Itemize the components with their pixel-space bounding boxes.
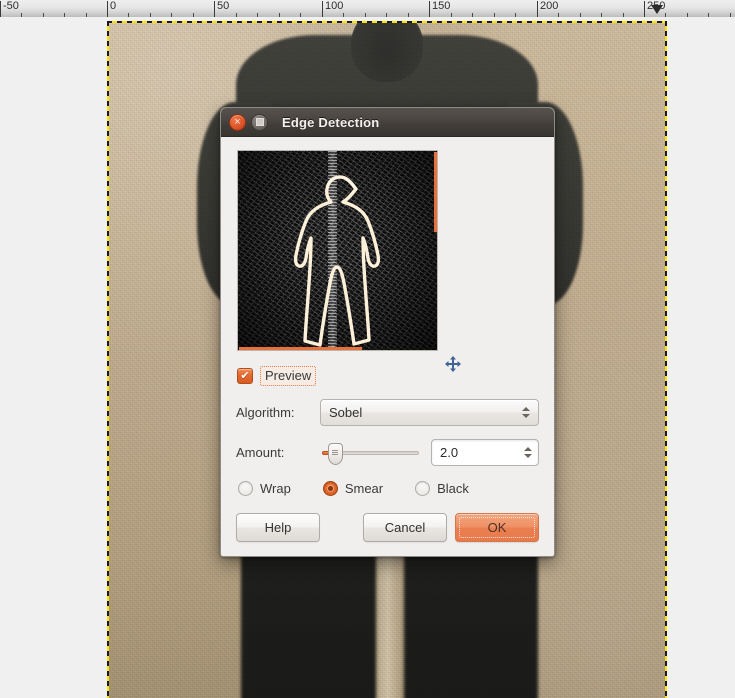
edge-detection-dialog[interactable]: Edge Detection bbox=[220, 107, 555, 557]
algorithm-row: Algorithm: Sobel bbox=[236, 399, 539, 426]
radio-wrap-circle[interactable] bbox=[238, 481, 253, 496]
ruler-label: 50 bbox=[217, 0, 230, 12]
ruler-label: -50 bbox=[3, 0, 19, 12]
move-icon[interactable] bbox=[445, 356, 461, 372]
cancel-button[interactable]: Cancel bbox=[363, 513, 447, 542]
amount-label: Amount: bbox=[236, 445, 285, 460]
ruler-tick bbox=[0, 1, 1, 17]
ruler-tick bbox=[537, 1, 538, 17]
horizontal-ruler[interactable]: -50050100150200250300 bbox=[0, 0, 735, 18]
stepper-down-icon[interactable] bbox=[524, 454, 532, 458]
amount-slider[interactable] bbox=[322, 442, 419, 465]
ruler-tick bbox=[429, 1, 430, 17]
preview-area[interactable] bbox=[237, 150, 461, 372]
ruler-position-marker bbox=[651, 5, 663, 14]
dialog-button-row: Help Cancel OK bbox=[236, 513, 539, 542]
amount-value[interactable]: 2.0 bbox=[440, 445, 524, 460]
preview-vertical-scrollbar[interactable] bbox=[434, 152, 437, 232]
dialog-title: Edge Detection bbox=[282, 114, 380, 130]
amount-row: Amount: 2.0 bbox=[236, 439, 539, 466]
ruler-tick bbox=[107, 1, 108, 17]
help-button[interactable]: Help bbox=[236, 513, 320, 542]
amount-slider-handle[interactable] bbox=[328, 442, 343, 465]
ruler-label: 150 bbox=[432, 0, 451, 12]
dialog-body: Preview Algorithm: Sobel Amount: 2.0 bbox=[221, 137, 554, 556]
preview-label[interactable]: Preview bbox=[260, 366, 317, 386]
close-icon[interactable] bbox=[229, 113, 246, 131]
preview-image[interactable] bbox=[237, 150, 438, 351]
ok-button[interactable]: OK bbox=[455, 513, 539, 542]
radio-black-circle[interactable] bbox=[415, 481, 431, 496]
radio-wrap-label: Wrap bbox=[260, 481, 291, 496]
chevron-updown-icon[interactable] bbox=[522, 407, 532, 418]
ruler-label: 100 bbox=[325, 0, 344, 12]
stepper-up-icon[interactable] bbox=[524, 447, 532, 451]
radio-option-wrap[interactable]: Wrap bbox=[238, 481, 291, 496]
edge-behavior-radio-group: Wrap Smear Black bbox=[238, 481, 539, 496]
ruler-tick bbox=[214, 1, 215, 17]
ruler-tick bbox=[322, 1, 323, 17]
chevron-down-icon bbox=[522, 414, 530, 418]
dialog-titlebar[interactable]: Edge Detection bbox=[221, 108, 554, 137]
algorithm-select[interactable]: Sobel bbox=[320, 399, 539, 426]
amount-stepper-icon[interactable] bbox=[524, 447, 534, 458]
edge-silhouette-outline bbox=[293, 175, 381, 347]
ruler-label: 0 bbox=[110, 0, 117, 12]
preview-toggle-row[interactable]: Preview bbox=[237, 366, 539, 386]
radio-smear-circle[interactable] bbox=[322, 481, 338, 496]
ruler-label: 200 bbox=[540, 0, 559, 12]
radio-black-label: Black bbox=[437, 481, 469, 496]
algorithm-value: Sobel bbox=[329, 405, 363, 420]
preview-checkbox[interactable] bbox=[237, 368, 253, 384]
radio-smear-label: Smear bbox=[344, 481, 384, 496]
algorithm-label: Algorithm: bbox=[236, 405, 295, 420]
ok-button-label: OK bbox=[487, 520, 507, 535]
radio-option-black[interactable]: Black bbox=[415, 481, 469, 496]
preview-horizontal-scrollbar[interactable] bbox=[239, 347, 363, 350]
radio-option-smear[interactable]: Smear bbox=[322, 481, 384, 496]
maximize-icon[interactable] bbox=[251, 113, 268, 131]
chevron-up-icon bbox=[522, 407, 530, 411]
ruler-tick bbox=[644, 1, 645, 17]
amount-spinbox[interactable]: 2.0 bbox=[431, 439, 539, 466]
